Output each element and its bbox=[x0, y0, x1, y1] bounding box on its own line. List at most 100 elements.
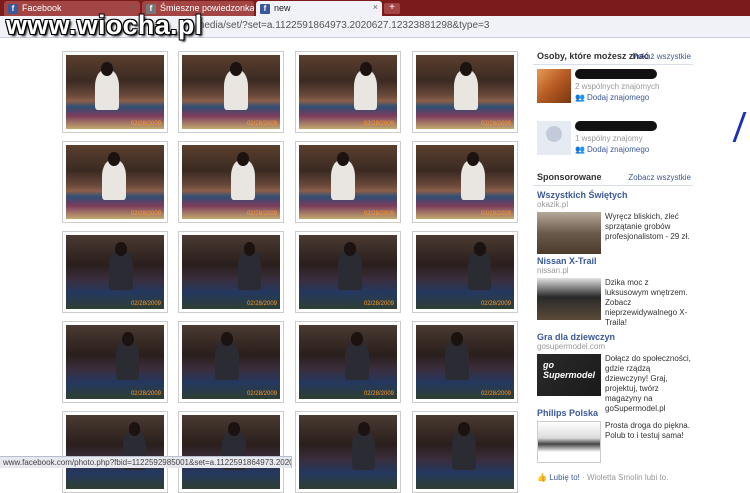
status-bar: www.facebook.com/photo.php?fbid=11225929… bbox=[0, 456, 292, 468]
photo-figure bbox=[353, 69, 378, 111]
photo-figure-head bbox=[236, 152, 249, 166]
ad-image-logo: go Supermodel bbox=[543, 360, 596, 380]
photo-image: 02/28/2009 bbox=[416, 55, 514, 129]
like-who: · Wioletta Smolin lubi to. bbox=[582, 473, 669, 482]
ad-domain: nissan.pl bbox=[537, 266, 569, 275]
watermark-logo: www.wiocha.pl bbox=[6, 10, 203, 40]
mutual-friends[interactable]: 2 wspólnych znajomych bbox=[575, 82, 659, 91]
photo-thumbnail[interactable] bbox=[295, 411, 401, 493]
see-all-link[interactable]: Zobacz wszystkie bbox=[628, 173, 691, 182]
photo-thumbnail[interactable]: 02/28/2009 bbox=[412, 51, 518, 133]
photo-thumbnail[interactable]: 02/28/2009 bbox=[412, 321, 518, 403]
photo-image: 02/28/2009 bbox=[299, 325, 397, 399]
photo-date-stamp: 02/28/2009 bbox=[363, 121, 394, 127]
redacted-name bbox=[575, 69, 657, 79]
photo-thumbnail[interactable]: 02/28/2009 bbox=[62, 141, 168, 223]
photo-thumbnail[interactable]: 02/28/2009 bbox=[412, 141, 518, 223]
photo-figure-head bbox=[128, 422, 141, 436]
photo-figure bbox=[351, 429, 376, 471]
photo-image: 02/28/2009 bbox=[66, 55, 164, 129]
ad-title[interactable]: Nissan X-Trail bbox=[533, 256, 693, 266]
add-friend-link[interactable]: 👥 Dodaj znajomego bbox=[575, 145, 649, 154]
new-tab-button[interactable]: + bbox=[384, 3, 400, 14]
photo-grid: 02/28/2009 02/28/2009 02/28/2009 02/28/2009… bbox=[0, 38, 530, 493]
show-all-link[interactable]: Pokaż wszystkie bbox=[632, 52, 691, 61]
ad-item[interactable]: Wszystkich Świętych okazik.pl Wyręcz bli… bbox=[533, 190, 693, 256]
add-friend-icon: 👥 bbox=[575, 93, 585, 102]
photo-thumbnail[interactable]: 02/28/2009 bbox=[62, 231, 168, 313]
photo-image bbox=[416, 415, 514, 489]
photo-figure bbox=[345, 339, 369, 381]
photo-thumbnail[interactable]: 02/28/2009 bbox=[412, 231, 518, 313]
ad-image[interactable] bbox=[537, 212, 601, 254]
photo-thumbnail[interactable]: 02/28/2009 bbox=[62, 51, 168, 133]
photo-figure-head bbox=[228, 422, 240, 436]
ad-item[interactable]: Nissan X-Trail nissan.pl Dzika moc z luk… bbox=[533, 256, 693, 332]
photo-image: 02/28/2009 bbox=[416, 145, 514, 219]
ad-title[interactable]: Philips Polska bbox=[533, 408, 693, 418]
photo-date-stamp: 02/28/2009 bbox=[246, 301, 277, 307]
avatar[interactable] bbox=[537, 121, 571, 155]
photo-thumbnail[interactable]: 02/28/2009 bbox=[295, 231, 401, 313]
photo-date-stamp: 02/28/2009 bbox=[130, 301, 161, 307]
thumbs-up-icon: 👍 bbox=[537, 473, 547, 482]
edge-decoration bbox=[732, 112, 750, 142]
ad-image[interactable]: go Supermodel bbox=[537, 354, 601, 396]
ad-title[interactable]: Wszystkich Świętych bbox=[533, 190, 693, 200]
photo-date-stamp: 02/28/2009 bbox=[130, 121, 161, 127]
photo-image: 02/28/2009 bbox=[299, 235, 397, 309]
photo-thumbnail[interactable]: 02/28/2009 bbox=[62, 321, 168, 403]
photo-thumbnail[interactable] bbox=[62, 411, 168, 493]
mutual-friends[interactable]: 1 wspólny znajomy bbox=[575, 134, 643, 143]
add-friend-link[interactable]: 👥 Dodaj znajomego bbox=[575, 93, 649, 102]
photo-figure-head bbox=[101, 62, 114, 76]
photo-figure bbox=[452, 429, 476, 471]
photo-thumbnail[interactable]: 02/28/2009 bbox=[178, 321, 284, 403]
photo-image: 02/28/2009 bbox=[416, 235, 514, 309]
photo-figure bbox=[102, 159, 126, 201]
photo-figure-head bbox=[337, 152, 349, 166]
photo-figure-head bbox=[458, 422, 470, 436]
photo-figure-head bbox=[359, 62, 372, 76]
ad-item[interactable]: Philips Polska Prosta droga do piękna. P… bbox=[533, 408, 693, 482]
people-section-header: Osoby, które możesz znać Pokaż wszystkie bbox=[533, 48, 693, 65]
photo-thumbnail[interactable]: 02/28/2009 bbox=[295, 321, 401, 403]
photo-figure bbox=[115, 339, 140, 381]
photo-figure-head bbox=[451, 332, 464, 346]
like-button[interactable]: Lubię to! bbox=[549, 473, 580, 482]
photo-thumbnail[interactable] bbox=[178, 411, 284, 493]
photo-image: 02/28/2009 bbox=[182, 235, 280, 309]
photo-figure bbox=[109, 249, 133, 291]
ad-image[interactable] bbox=[537, 421, 601, 463]
tab-new[interactable]: f new × bbox=[256, 1, 382, 16]
photo-date-stamp: 02/28/2009 bbox=[363, 391, 394, 397]
photo-image: 02/28/2009 bbox=[182, 325, 280, 399]
photo-thumbnail[interactable]: 02/28/2009 bbox=[178, 51, 284, 133]
photo-figure bbox=[454, 69, 478, 111]
photo-image: 02/28/2009 bbox=[66, 145, 164, 219]
photo-figure-head bbox=[473, 242, 486, 256]
photo-thumbnail[interactable]: 02/28/2009 bbox=[178, 231, 284, 313]
photo-figure-head bbox=[466, 152, 479, 166]
photo-thumbnail[interactable]: 02/28/2009 bbox=[295, 51, 401, 133]
tab-close-icon[interactable]: × bbox=[373, 2, 378, 12]
photo-figure-head bbox=[121, 332, 134, 346]
photo-date-stamp: 02/28/2009 bbox=[480, 391, 511, 397]
photo-thumbnail[interactable] bbox=[412, 411, 518, 493]
photo-date-stamp: 02/28/2009 bbox=[246, 211, 277, 217]
photo-image: 02/28/2009 bbox=[299, 55, 397, 129]
ad-title[interactable]: Gra dla dziewczyn bbox=[533, 332, 693, 342]
ad-domain: gosupermodel.com bbox=[537, 342, 606, 351]
photo-thumbnail[interactable]: 02/28/2009 bbox=[178, 141, 284, 223]
photo-image: 02/28/2009 bbox=[416, 325, 514, 399]
photo-image: 02/28/2009 bbox=[66, 235, 164, 309]
ad-image[interactable] bbox=[537, 278, 601, 320]
avatar[interactable] bbox=[537, 69, 571, 103]
photo-image: 02/28/2009 bbox=[299, 145, 397, 219]
url-text[interactable]: media/set/?set=a.1122591864973.2020627.1… bbox=[196, 20, 489, 31]
photo-figure-head bbox=[221, 332, 233, 346]
photo-thumbnail[interactable]: 02/28/2009 bbox=[295, 141, 401, 223]
ad-domain: okazik.pl bbox=[537, 200, 569, 209]
photo-figure bbox=[445, 339, 469, 381]
ad-item[interactable]: Gra dla dziewczyn gosupermodel.com go Su… bbox=[533, 332, 693, 413]
